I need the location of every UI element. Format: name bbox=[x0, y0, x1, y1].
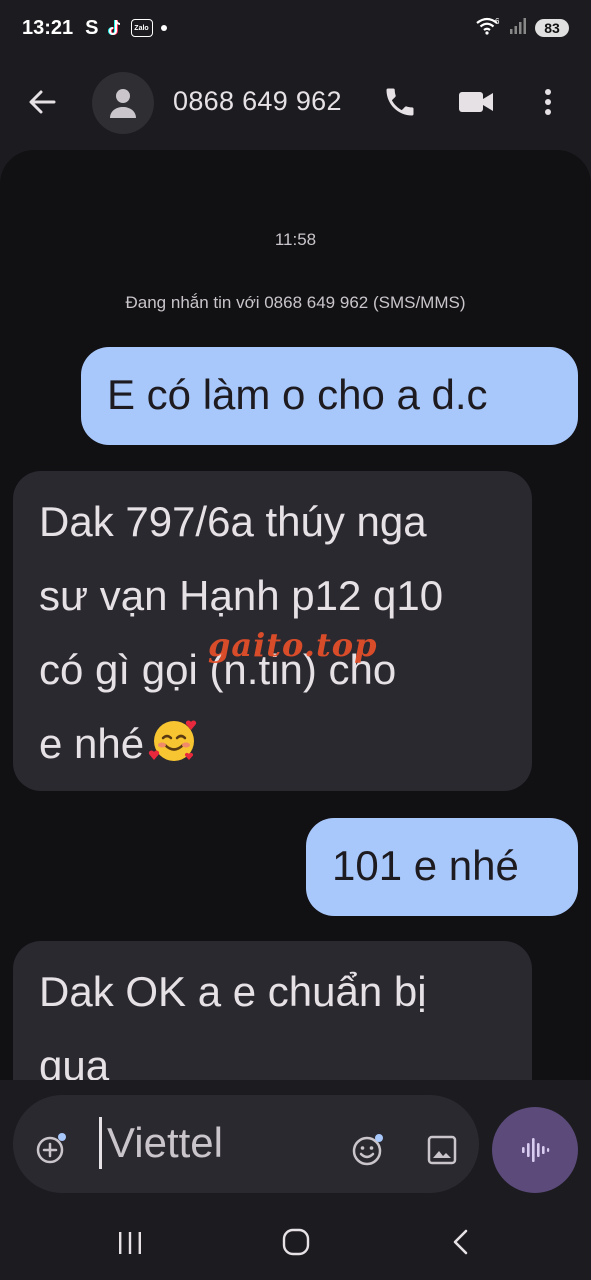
message-line: Dak OK a e chuẩn bị bbox=[39, 968, 427, 1015]
text-cursor bbox=[99, 1117, 102, 1169]
system-icons: 6 83 bbox=[475, 16, 569, 41]
nav-back-icon[interactable] bbox=[450, 1228, 472, 1256]
watermark: gaito.top bbox=[208, 626, 378, 664]
s-notification-icon: S bbox=[85, 16, 99, 39]
phone-icon[interactable] bbox=[382, 84, 418, 120]
home-icon[interactable] bbox=[282, 1228, 310, 1256]
contact-name[interactable]: 0868 649 962 bbox=[173, 86, 342, 117]
recents-icon[interactable] bbox=[116, 1230, 144, 1256]
svg-text:6: 6 bbox=[495, 17, 500, 26]
avatar[interactable] bbox=[92, 72, 154, 134]
message-text: E có làm o cho a d.c bbox=[107, 371, 488, 418]
compose-bar bbox=[13, 1095, 479, 1193]
message-input[interactable] bbox=[107, 1115, 327, 1171]
more-vert-icon[interactable] bbox=[530, 84, 566, 120]
system-nav-bar bbox=[0, 1210, 591, 1280]
message-line-with-emoji: e nhé bbox=[39, 707, 508, 781]
signal-icon bbox=[509, 17, 527, 40]
message-line: Dak 797/6a thúy nga bbox=[39, 498, 427, 545]
smiling-face-with-hearts-icon bbox=[148, 714, 200, 766]
image-gallery-icon[interactable] bbox=[425, 1133, 459, 1167]
message-line: sư vạn Hạnh p12 q10 bbox=[39, 572, 444, 619]
person-icon bbox=[110, 89, 136, 118]
voice-message-button[interactable] bbox=[492, 1107, 578, 1193]
voice-waveform-icon bbox=[522, 1138, 550, 1162]
outgoing-message[interactable]: 101 e nhé bbox=[306, 818, 578, 916]
more-notifications-dot-icon bbox=[160, 25, 167, 31]
battery-icon: 83 bbox=[535, 19, 569, 37]
tiktok-icon bbox=[107, 18, 123, 38]
back-arrow-icon[interactable] bbox=[24, 84, 60, 120]
incoming-message[interactable]: Dak OK a e chuẩn bị qua bbox=[13, 941, 532, 1080]
message-timestamp: 11:58 bbox=[274, 230, 317, 249]
emoji-icon[interactable] bbox=[351, 1133, 385, 1167]
conversation-panel[interactable]: 11:58 Đang nhắn tin với 0868 649 962 (SM… bbox=[0, 150, 591, 1080]
status-bar: 13:21 S Zalo 6 83 bbox=[0, 0, 591, 56]
zalo-icon: Zalo bbox=[130, 19, 153, 37]
wifi-icon: 6 bbox=[475, 16, 501, 41]
conversation-info: Đang nhắn tin với 0868 649 962 (SMS/MMS) bbox=[125, 293, 466, 312]
add-circle-icon[interactable] bbox=[35, 1131, 69, 1165]
status-time: 13:21 bbox=[22, 16, 74, 39]
message-text: 101 e nhé bbox=[332, 842, 519, 889]
video-call-icon[interactable] bbox=[456, 84, 496, 120]
outgoing-message[interactable]: E có làm o cho a d.c bbox=[81, 347, 578, 445]
message-line: qua bbox=[39, 1042, 110, 1080]
notification-icons: S Zalo bbox=[85, 16, 167, 40]
app-bar: 0868 649 962 bbox=[0, 64, 591, 140]
